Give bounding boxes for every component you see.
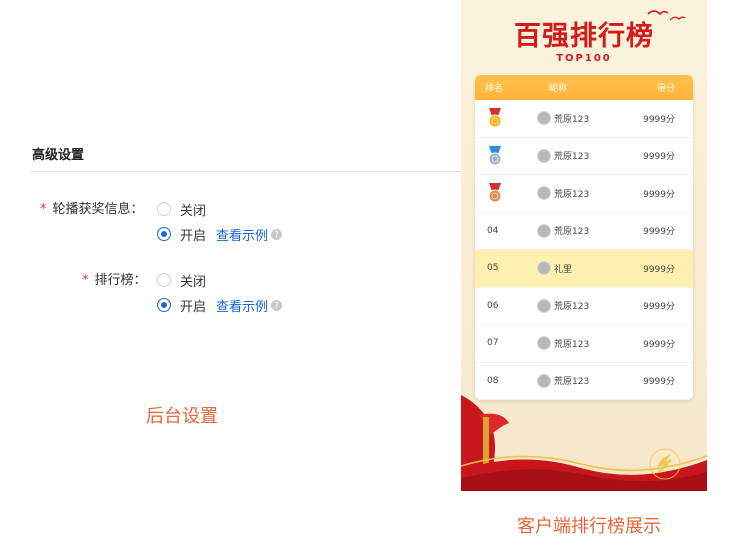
view-example-link[interactable]: 查看示例: [216, 225, 268, 244]
radio-label: 关闭: [180, 274, 207, 290]
nickname-cell: 荒原123: [533, 336, 633, 351]
view-example-link[interactable]: 查看示例: [216, 296, 268, 315]
nickname-text: 荒原123: [554, 339, 590, 350]
rank-cell: [475, 108, 533, 128]
header-rank: 排名: [485, 84, 504, 94]
nickname-text: 荒原123: [554, 152, 590, 163]
table-row: 07 荒原123 9999分: [475, 325, 693, 363]
table-row: 荒原123 9999分: [475, 175, 693, 213]
section-divider: [30, 171, 461, 172]
required-mark: *: [40, 202, 47, 217]
nickname-cell: 荒原123: [533, 186, 633, 201]
score-cell: 9999分: [643, 302, 675, 313]
help-icon[interactable]: ?: [271, 299, 283, 311]
nickname-text: 荒原123: [554, 302, 590, 313]
header-score: 得分: [656, 84, 675, 94]
leaderboard-option-off[interactable]: 关闭: [157, 271, 207, 290]
leaderboard-option-on[interactable]: 开启 查看示例 ?: [157, 296, 283, 315]
avatar: [537, 298, 551, 313]
carousel-field-label: * 轮播获奖信息：: [40, 198, 144, 217]
nickname-text: 荒原123: [554, 377, 590, 388]
radio-label: 关闭: [180, 203, 207, 219]
carousel-option-off[interactable]: 关闭: [157, 200, 207, 219]
radio-on-selected[interactable]: [157, 298, 171, 312]
nickname-cell: 荒原123: [533, 111, 633, 126]
required-mark: *: [82, 273, 89, 288]
nickname-cell: 荒原123: [533, 373, 633, 388]
avatar: [537, 261, 551, 276]
gold-medal-icon: [488, 108, 502, 128]
nickname-cell: 荒原123: [533, 298, 633, 313]
rank-cell: 05: [487, 263, 499, 274]
avatar: [537, 373, 551, 388]
nickname-text: 礼里: [554, 264, 573, 275]
score-cell: 9999分: [643, 189, 675, 200]
score-cell: 9999分: [643, 152, 675, 163]
score-cell: 9999分: [643, 377, 675, 388]
table-row: 05 礼里 9999分: [475, 250, 693, 288]
rank-cell: [475, 183, 533, 203]
radio-label: 开启: [180, 228, 207, 244]
radio-label: 开启: [180, 299, 207, 315]
nickname-cell: 荒原123: [533, 223, 633, 238]
radio-off[interactable]: [157, 273, 171, 287]
leaderboard-title: 百强排行榜: [514, 21, 654, 52]
table-row: 荒原123 9999分: [475, 100, 693, 138]
backend-caption: 后台设置: [146, 406, 218, 427]
leaderboard-label-text: 排行榜：: [94, 273, 147, 288]
nickname-text: 荒原123: [554, 227, 590, 238]
radio-off[interactable]: [157, 202, 171, 216]
avatar: [537, 111, 551, 126]
avatar: [537, 223, 551, 238]
avatar: [537, 148, 551, 163]
table-row: 荒原123 9999分: [475, 138, 693, 175]
header-nickname: 昵称: [549, 84, 568, 94]
score-cell: 9999分: [643, 339, 675, 350]
client-caption: 客户端排行榜展示: [517, 516, 661, 537]
table-header: 排名 昵称 得分: [475, 75, 693, 100]
help-icon[interactable]: ?: [271, 228, 283, 240]
rank-cell: 04: [487, 225, 499, 236]
score-cell: 9999分: [643, 114, 675, 125]
rank-cell: 08: [487, 375, 499, 386]
rank-cell: [475, 145, 533, 166]
leaderboard-subtitle: TOP100: [556, 53, 612, 64]
leaderboard-table: 排名 昵称 得分 荒原123 9999分 荒原123 9999分 荒原123 9999分 0…: [475, 75, 693, 400]
leaderboard-preview: 百强排行榜 TOP100 排名 昵称 得分 荒原123 9999分 荒原123 999…: [461, 0, 707, 491]
leaderboard-field-label: * 排行榜：: [82, 269, 147, 288]
radio-on-selected[interactable]: [157, 227, 171, 241]
rank-cell: 06: [487, 300, 499, 311]
emblem-icon: [649, 448, 681, 480]
rank-cell: 07: [487, 338, 499, 349]
table-row: 04 荒原123 9999分: [475, 213, 693, 250]
nickname-text: 荒原123: [554, 189, 590, 200]
table-row: 06 荒原123 9999分: [475, 288, 693, 325]
carousel-label-text: 轮播获奖信息：: [52, 202, 144, 217]
avatar: [537, 186, 551, 201]
nickname-text: 荒原123: [554, 114, 590, 125]
score-cell: 9999分: [643, 227, 675, 238]
nickname-cell: 礼里: [533, 261, 633, 276]
carousel-option-on[interactable]: 开启 查看示例 ?: [157, 225, 283, 244]
nickname-cell: 荒原123: [533, 148, 633, 163]
avatar: [537, 336, 551, 351]
silver-medal-icon: [488, 145, 502, 166]
score-cell: 9999分: [643, 264, 675, 275]
section-title: 高级设置: [32, 148, 85, 163]
bronze-medal-icon: [488, 183, 502, 203]
